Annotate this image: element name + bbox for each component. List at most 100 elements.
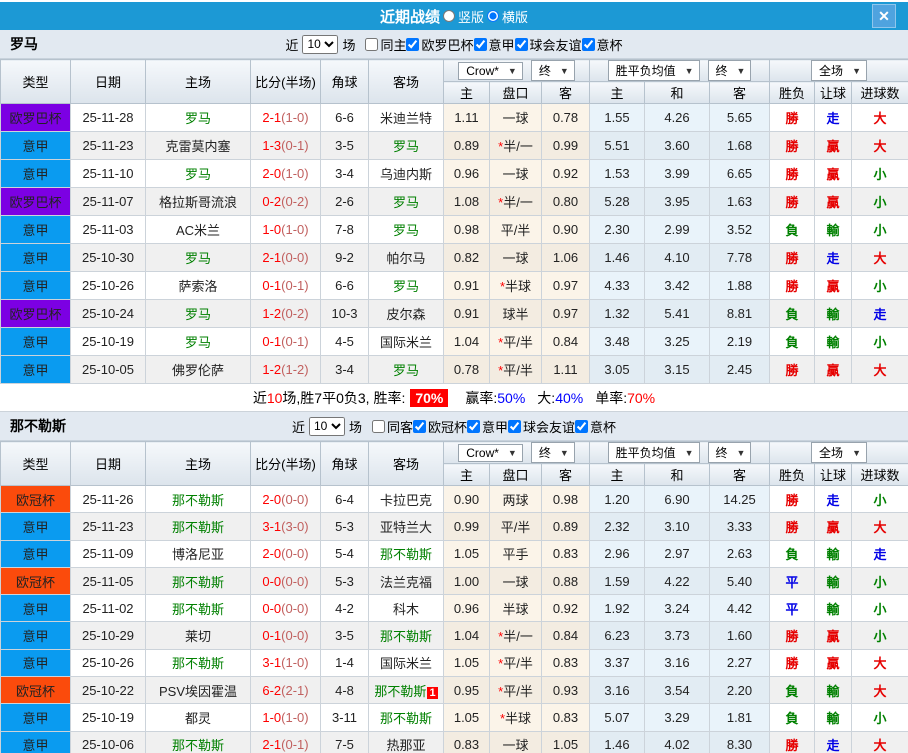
league-filter[interactable]: 欧冠杯	[412, 417, 467, 436]
avg-home-cell: 5.51	[589, 131, 645, 160]
score-cell: 1-2(1-2)	[250, 355, 321, 384]
avg-source-dropdown[interactable]: 胜平负均值 ▼	[607, 442, 700, 463]
odds-away-cell: 0.83	[541, 648, 590, 678]
home-team-cell: 克雷莫内塞	[145, 131, 251, 160]
odds-source-dropdown[interactable]: Crow* ▼	[458, 62, 523, 80]
odds-home-cell: 0.95	[443, 676, 490, 705]
scope-dropdown[interactable]: 全场 ▼	[811, 442, 867, 463]
date-cell: 25-11-23	[70, 131, 146, 160]
outcome-cell: 勝	[769, 103, 816, 132]
avg-home-cell: 2.30	[589, 215, 645, 244]
odds-time-dropdown[interactable]: 终 ▼	[530, 60, 575, 81]
odds-source-dropdown-label: Crow*	[466, 446, 499, 460]
away-team-name: 帕尔马	[386, 251, 426, 266]
sub-column-header: 和	[644, 81, 710, 104]
avg-draw-cell: 5.41	[644, 299, 710, 328]
sub-column-header: 让球	[814, 81, 853, 104]
team-section: 罗马近 10 场同主 欧罗巴杯 意甲 球会友谊 意杯 类型 日期 主场 比分(半场) 角球 客场 Crow…	[0, 30, 908, 412]
home-team-cell: 佛罗伦萨	[145, 355, 251, 384]
home-team-name: PSV埃因霍温	[158, 683, 237, 699]
league-filter-checkbox[interactable]	[467, 419, 480, 433]
league-filter[interactable]: 意甲	[467, 417, 508, 436]
league-filter[interactable]: 球会友谊	[508, 417, 575, 436]
avg-home-cell: 1.92	[589, 594, 645, 623]
scope-dropdown[interactable]: 全场 ▼	[811, 60, 867, 81]
goals-result-cell: 大	[851, 648, 908, 678]
away-team-cell: 国际米兰	[368, 327, 444, 356]
halftime-score: (0-0)	[281, 573, 309, 589]
match-row: 意甲 25-10-26 萨索洛 0-1(0-1) 6-6 罗马 0.91 *半球 0.97 4.3…	[0, 271, 908, 300]
results-table: 类型 日期 主场 比分(半场) 角球 客场 Crow* ▼ 终 ▼ 胜平负均值 ▼ 终 ▼ 全场 ▼ 主盘口客主…	[0, 59, 908, 384]
horizontal-radio-label: 横版	[502, 9, 529, 25]
recent-count-select[interactable]: 10	[308, 416, 345, 436]
away-team-name: 罗马	[392, 363, 419, 378]
date-cell: 25-10-24	[70, 299, 146, 328]
corners-cell: 4-8	[320, 676, 369, 705]
halftime-score: (0-1)	[281, 334, 309, 349]
league-filter-checkbox[interactable]	[508, 419, 522, 433]
same-venue-filter[interactable]: 同主	[365, 35, 406, 54]
league-filter-checkbox[interactable]	[412, 419, 426, 433]
vertical-radio-input[interactable]	[442, 10, 455, 22]
match-row: 意甲 25-10-26 那不勒斯 3-1(1-0) 1-4 国际米兰 1.05 *平/半 0.8…	[0, 648, 908, 678]
match-row: 欧罗巴杯 25-10-24 罗马 1-2(0-2) 10-3 皮尔森 0.91 球半 0.97 1…	[0, 299, 908, 328]
goals-result-cell: 走	[851, 539, 908, 568]
fulltime-score: 0-1	[262, 334, 282, 349]
odds-time-dropdown[interactable]: 终 ▼	[530, 442, 575, 463]
avg-away-cell: 1.68	[708, 131, 771, 160]
league-cell: 意甲	[0, 730, 71, 753]
score-cell: 0-1(0-0)	[250, 621, 321, 650]
same-venue-checkbox[interactable]	[371, 419, 385, 433]
goals-result-cell: 大	[851, 676, 908, 705]
close-button[interactable]: ✕	[872, 4, 896, 28]
league-filter-checkbox[interactable]	[406, 37, 420, 51]
handicap-result-cell: 輸	[814, 215, 853, 244]
horizontal-radio-input[interactable]	[487, 10, 499, 22]
stat-value: 40%	[555, 389, 584, 406]
league-filter-checkbox[interactable]	[514, 37, 528, 51]
handicap-text: 一球	[502, 738, 529, 753]
same-venue-filter[interactable]: 同客	[371, 417, 413, 436]
fulltime-score: 1-0	[262, 710, 282, 726]
handicap-result-cell: 贏	[814, 187, 853, 216]
handicap-text: 两球	[502, 492, 529, 508]
away-team-name: 皮尔森	[386, 307, 426, 322]
odds-home-cell: 0.99	[443, 512, 490, 541]
handicap-text: 半/一	[503, 195, 533, 210]
league-filter[interactable]: 意杯	[575, 417, 616, 436]
league-filter-checkbox[interactable]	[575, 419, 589, 433]
avg-home-cell: 1.32	[589, 299, 645, 328]
league-filter[interactable]: 欧罗巴杯	[406, 35, 474, 54]
avg-time-dropdown[interactable]: 终 ▼	[707, 442, 752, 463]
section-header: 那不勒斯 近 10 场 同客 欧冠杯 意甲 球会友谊 意杯	[0, 412, 908, 441]
avg-away-cell: 1.60	[708, 621, 771, 650]
league-filter[interactable]: 球会友谊	[514, 35, 582, 54]
avg-draw-cell: 4.10	[644, 243, 710, 272]
same-venue-label: 同主	[380, 37, 407, 53]
record-summary: 近 10 场,胜7平0负3, 胜率: 70% 赢率:50% 大:40% 单率:70%	[0, 384, 908, 412]
home-team-name: 那不勒斯	[171, 601, 224, 617]
recent-count-select[interactable]: 10	[302, 34, 339, 54]
layout-radio-horizontal[interactable]: 横版	[487, 7, 528, 26]
away-team-cell: 罗马	[368, 187, 444, 216]
league-filter-checkbox[interactable]	[581, 37, 595, 51]
same-venue-checkbox[interactable]	[365, 37, 379, 51]
games-label: 场	[348, 419, 362, 435]
league-filter[interactable]: 意甲	[473, 35, 515, 54]
avg-time-dropdown[interactable]: 终 ▼	[707, 60, 752, 81]
layout-radio-vertical[interactable]: 竖版	[442, 7, 484, 26]
filter-bar: 近 10 场 同客 欧冠杯 意甲 球会友谊 意杯	[292, 416, 616, 436]
odds-away-cell: 1.06	[541, 243, 590, 272]
goals-result-cell: 小	[851, 159, 908, 188]
league-filter-checkbox[interactable]	[473, 37, 487, 51]
odds-source-dropdown[interactable]: Crow* ▼	[458, 444, 523, 462]
handicap-text: 平/半	[500, 519, 531, 535]
handicap-result-cell: 走	[814, 103, 853, 132]
goals-result-cell: 走	[851, 299, 908, 328]
sub-column-header: 进球数	[851, 81, 908, 104]
league-filter-label: 欧冠杯	[427, 419, 467, 435]
avg-source-dropdown[interactable]: 胜平负均值 ▼	[607, 60, 700, 81]
league-filter[interactable]: 意杯	[581, 35, 623, 54]
outcome-cell: 負	[769, 703, 816, 732]
fulltime-score: 0-0	[262, 600, 282, 616]
